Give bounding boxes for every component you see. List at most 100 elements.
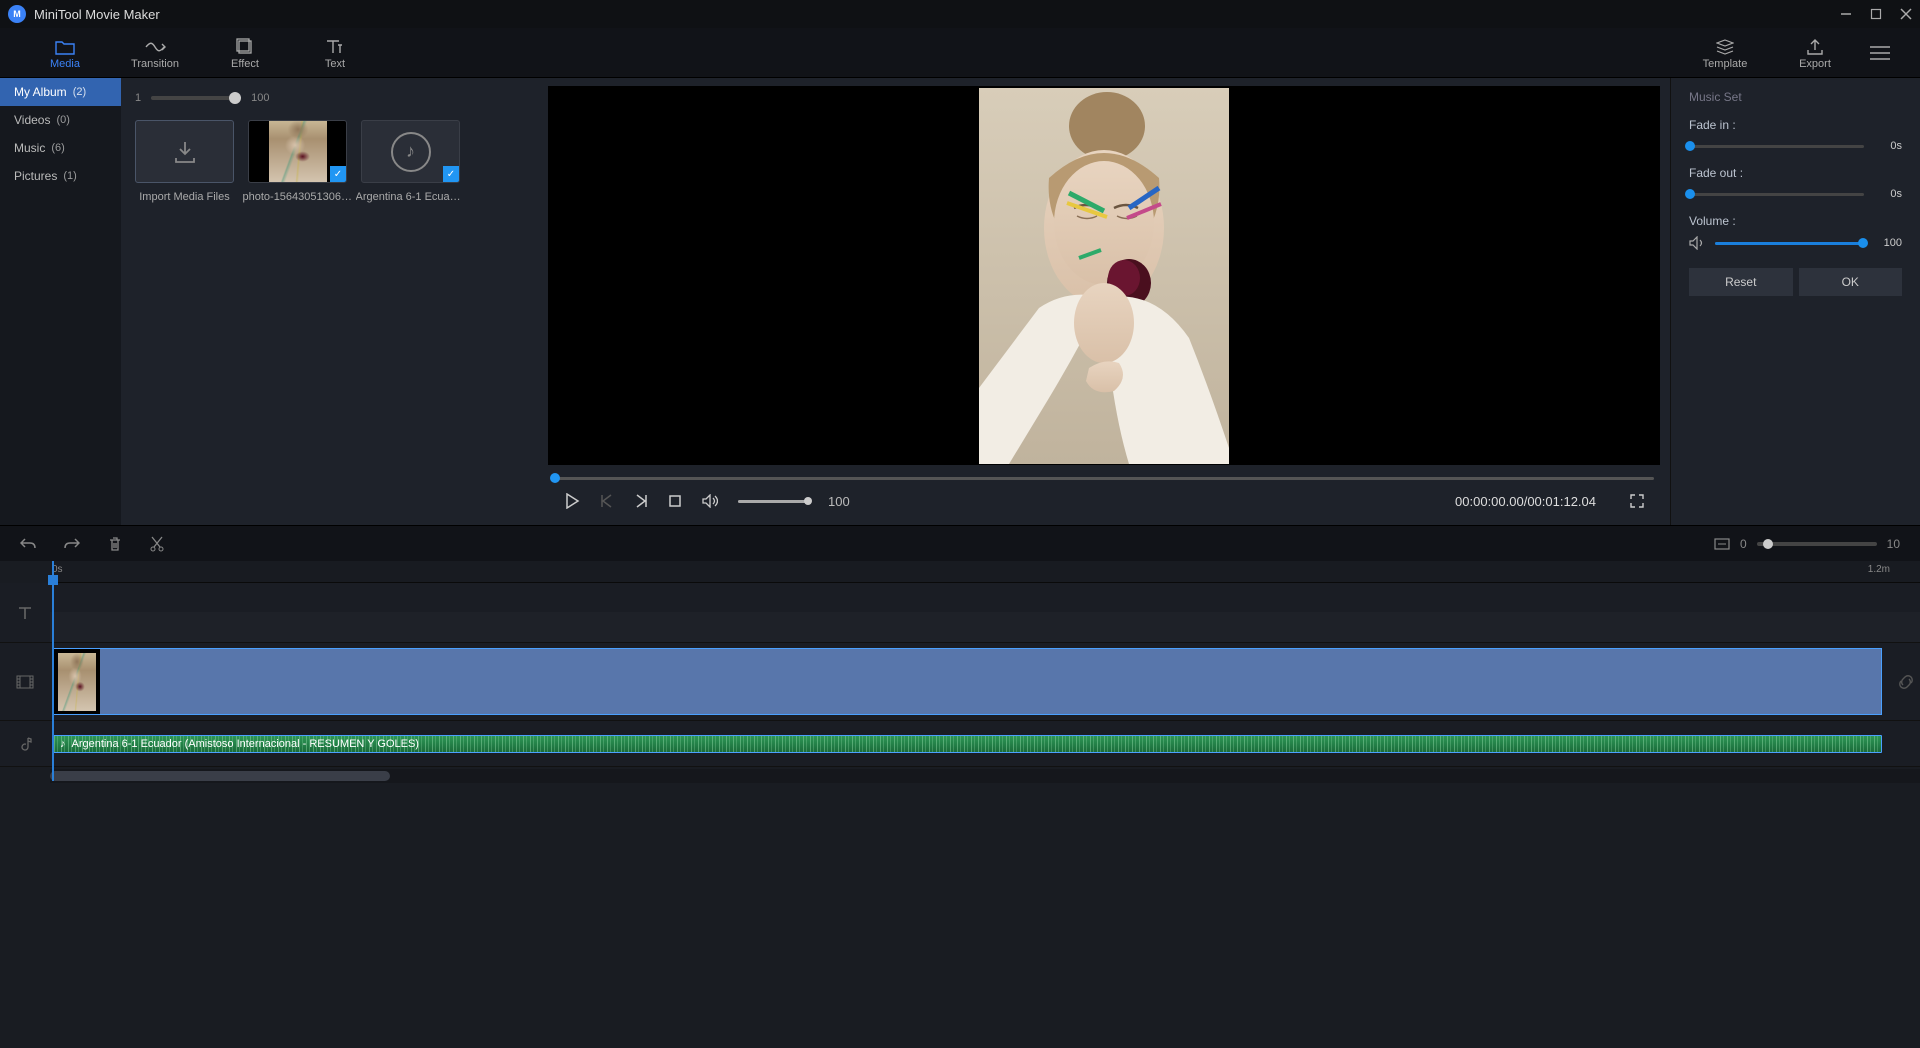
tl-zoom-max: 10 xyxy=(1887,537,1900,551)
audio-track-icon xyxy=(0,721,50,766)
sidebar-item-label: Music xyxy=(14,141,45,155)
link-icon xyxy=(1897,673,1915,691)
preview-progress[interactable] xyxy=(548,475,1660,481)
ok-button[interactable]: OK xyxy=(1799,268,1903,296)
timeline-ruler[interactable]: 0s 1.2m xyxy=(50,561,1920,583)
template-icon xyxy=(1716,36,1734,58)
sidebar-item-music[interactable]: Music (6) xyxy=(0,134,121,162)
volume-icon[interactable] xyxy=(702,494,718,508)
minimize-button[interactable] xyxy=(1840,8,1852,20)
template-button[interactable]: Template xyxy=(1680,36,1770,70)
audio-clip-label: Argentina 6-1 Ecuador (Amistoso Internac… xyxy=(72,738,419,750)
audio-clip[interactable]: ♪ Argentina 6-1 Ecuador (Amistoso Intern… xyxy=(53,735,1882,753)
import-label: Import Media Files xyxy=(130,191,240,203)
tab-transition[interactable]: Transition xyxy=(110,36,200,70)
text-track[interactable] xyxy=(0,583,1920,643)
photo-thumbnail xyxy=(269,120,327,183)
preview-controls: 100 00:00:00.00/00:01:12.04 xyxy=(544,481,1664,521)
fit-icon[interactable] xyxy=(1714,538,1730,550)
tab-media-label: Media xyxy=(50,58,80,70)
music-note-icon: ♪ xyxy=(60,738,66,750)
tl-zoom-min: 0 xyxy=(1740,537,1747,551)
media-sidebar: My Album (2) Videos (0) Music (6) Pictur… xyxy=(0,78,121,525)
tab-transition-label: Transition xyxy=(131,58,179,70)
export-label: Export xyxy=(1799,58,1831,70)
split-button[interactable] xyxy=(150,536,164,552)
thumbnail-zoom: 1 100 xyxy=(135,88,524,108)
timeline-scrollbar[interactable] xyxy=(50,769,1920,783)
app-logo-icon: M xyxy=(8,5,26,23)
import-icon xyxy=(171,138,199,166)
fade-in-value: 0s xyxy=(1874,140,1902,152)
redo-button[interactable] xyxy=(64,537,80,551)
volume-slider[interactable] xyxy=(1715,242,1864,245)
sidebar-item-videos[interactable]: Videos (0) xyxy=(0,106,121,134)
maximize-button[interactable] xyxy=(1870,8,1882,20)
ruler-end: 1.2m xyxy=(1868,564,1890,575)
music-note-icon: ♪ xyxy=(391,132,431,172)
video-track[interactable] xyxy=(0,643,1920,721)
timeline-playhead[interactable] xyxy=(52,561,54,781)
sidebar-item-count: (2) xyxy=(73,86,86,98)
timeline-zoom-slider[interactable] xyxy=(1757,542,1877,546)
tab-effect-label: Effect xyxy=(231,58,259,70)
fullscreen-button[interactable] xyxy=(1630,494,1644,508)
tab-text[interactable]: Text xyxy=(290,36,380,70)
next-frame-button[interactable] xyxy=(634,494,648,508)
folder-icon xyxy=(55,36,75,58)
prev-frame-button[interactable] xyxy=(600,494,614,508)
close-button[interactable] xyxy=(1900,8,1912,20)
play-button[interactable] xyxy=(564,493,580,509)
template-label: Template xyxy=(1703,58,1748,70)
timeline-toolbar: 0 10 xyxy=(0,525,1920,561)
app-title: MiniTool Movie Maker xyxy=(34,7,160,22)
speaker-icon xyxy=(1689,236,1705,250)
tab-text-label: Text xyxy=(325,58,345,70)
import-media-button[interactable]: Import Media Files xyxy=(135,120,234,203)
zoom-min-label: 1 xyxy=(135,92,141,104)
media-panel: 1 100 Import Media Files ✓ photo-1564305… xyxy=(121,78,538,525)
undo-button[interactable] xyxy=(20,537,36,551)
stop-button[interactable] xyxy=(668,494,682,508)
preview-volume-slider[interactable] xyxy=(738,500,808,503)
preview-volume-value: 100 xyxy=(828,494,850,509)
zoom-max-label: 100 xyxy=(251,92,269,104)
titlebar: M MiniTool Movie Maker xyxy=(0,0,1920,28)
volume-value: 100 xyxy=(1874,237,1902,249)
fade-out-value: 0s xyxy=(1874,188,1902,200)
hamburger-menu-button[interactable] xyxy=(1860,46,1900,60)
video-clip[interactable] xyxy=(53,648,1882,715)
music-set-panel: Music Set Fade in : 0s Fade out : 0s xyxy=(1670,78,1920,525)
sidebar-item-count: (0) xyxy=(56,114,69,126)
export-icon xyxy=(1806,36,1824,58)
thumbnail-zoom-slider[interactable] xyxy=(151,96,241,100)
audio-track[interactable]: ♪ Argentina 6-1 Ecuador (Amistoso Intern… xyxy=(0,721,1920,767)
preview-panel: 100 00:00:00.00/00:01:12.04 xyxy=(538,78,1670,525)
tab-media[interactable]: Media xyxy=(20,36,110,70)
sidebar-item-count: (6) xyxy=(51,142,64,154)
thumb-label: Argentina 6-1 Ecuador... xyxy=(356,191,466,203)
fade-out-slider[interactable] xyxy=(1689,193,1864,196)
sidebar-item-label: My Album xyxy=(14,85,67,99)
fade-out-label: Fade out : xyxy=(1689,166,1902,180)
sidebar-item-my-album[interactable]: My Album (2) xyxy=(0,78,121,106)
fade-in-label: Fade in : xyxy=(1689,118,1902,132)
sidebar-item-label: Videos xyxy=(14,113,50,127)
tab-effect[interactable]: Effect xyxy=(200,36,290,70)
selected-check-icon: ✓ xyxy=(443,166,459,182)
preview-stage xyxy=(548,86,1660,465)
sidebar-item-pictures[interactable]: Pictures (1) xyxy=(0,162,121,190)
thumb-label: photo-1564305130656... xyxy=(243,191,353,203)
media-thumb-image[interactable]: ✓ photo-1564305130656... xyxy=(248,120,347,203)
volume-label: Volume : xyxy=(1689,214,1902,228)
fade-in-slider[interactable] xyxy=(1689,145,1864,148)
timeline: 0s 1.2m xyxy=(0,561,1920,1048)
delete-button[interactable] xyxy=(108,536,122,552)
sidebar-item-label: Pictures xyxy=(14,169,57,183)
media-thumb-audio[interactable]: ♪ ✓ Argentina 6-1 Ecuador... xyxy=(361,120,460,203)
main-toolbar: Media Transition Effect Text Template Ex… xyxy=(0,28,1920,78)
text-icon xyxy=(326,36,344,58)
reset-button[interactable]: Reset xyxy=(1689,268,1793,296)
export-button[interactable]: Export xyxy=(1770,36,1860,70)
effect-icon xyxy=(236,36,254,58)
